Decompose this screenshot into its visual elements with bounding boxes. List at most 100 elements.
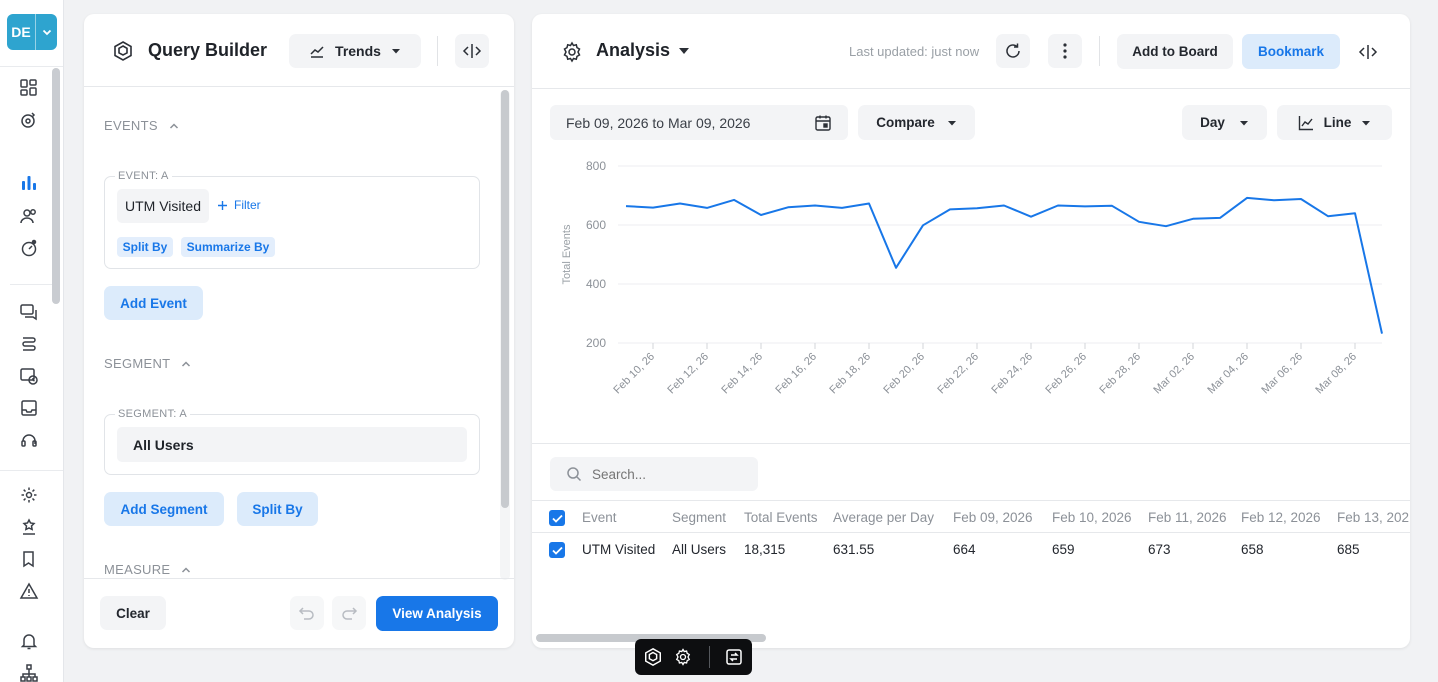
- segment-section-header[interactable]: SEGMENT: [104, 356, 192, 371]
- select-all-checkbox[interactable]: [549, 510, 565, 526]
- messages-icon[interactable]: [18, 301, 40, 323]
- x-tick-label: Feb 10, 26: [611, 351, 657, 397]
- data-point[interactable]: [705, 205, 710, 210]
- data-point[interactable]: [975, 206, 980, 211]
- data-point[interactable]: [1353, 211, 1358, 216]
- settings-gear-icon[interactable]: [18, 484, 40, 506]
- data-point[interactable]: [1218, 215, 1223, 220]
- data-point[interactable]: [786, 205, 791, 210]
- rail-scrollbar[interactable]: [52, 68, 60, 304]
- data-point[interactable]: [1380, 331, 1385, 336]
- analysis-mode-icon[interactable]: [673, 647, 693, 667]
- add-filter-link[interactable]: Filter: [217, 198, 261, 212]
- dashboard-icon[interactable]: [18, 77, 40, 99]
- debugger-icon[interactable]: [18, 516, 40, 538]
- column-header-average-per-day[interactable]: Average per Day: [833, 510, 934, 525]
- cell-date-value: 658: [1241, 542, 1264, 557]
- data-point[interactable]: [624, 204, 629, 209]
- view-analysis-button[interactable]: View Analysis: [376, 596, 498, 631]
- search-input[interactable]: [592, 466, 742, 482]
- query-builder-panel: Query Builder Trends EVENTS EVENT: A UTM…: [84, 14, 514, 648]
- data-point[interactable]: [1110, 203, 1115, 208]
- measure-section-title: MEASURE: [104, 562, 171, 577]
- column-header-event[interactable]: Event: [582, 510, 617, 525]
- users-icon[interactable]: [18, 205, 40, 227]
- more-vertical-icon: [1063, 43, 1067, 59]
- notifications-bell-icon[interactable]: [18, 630, 40, 652]
- insights-icon[interactable]: [18, 237, 40, 259]
- data-point[interactable]: [732, 197, 737, 202]
- undo-button[interactable]: [290, 596, 324, 630]
- data-point[interactable]: [1245, 195, 1250, 200]
- events-section-header[interactable]: EVENTS: [104, 118, 180, 133]
- data-point[interactable]: [948, 207, 953, 212]
- data-point[interactable]: [1002, 203, 1007, 208]
- caret-down-icon: [391, 46, 401, 56]
- data-point[interactable]: [1083, 204, 1088, 209]
- analytics-icon[interactable]: [18, 172, 40, 194]
- column-header-date[interactable]: Feb 10, 2026: [1052, 510, 1132, 525]
- data-point[interactable]: [1029, 214, 1034, 219]
- column-header-total-events[interactable]: Total Events: [744, 510, 818, 525]
- query-builder-scrollbar[interactable]: [501, 90, 509, 508]
- discover-icon[interactable]: [18, 109, 40, 131]
- bookmark-button[interactable]: Bookmark: [1242, 34, 1340, 69]
- data-point[interactable]: [651, 205, 656, 210]
- data-point[interactable]: [1137, 219, 1142, 224]
- data-point[interactable]: [894, 265, 899, 270]
- data-point[interactable]: [813, 203, 818, 208]
- org-hierarchy-icon[interactable]: [18, 662, 40, 682]
- event-name-selector[interactable]: UTM Visited: [117, 189, 209, 223]
- expand-panel-button[interactable]: [1350, 34, 1386, 69]
- column-header-date[interactable]: Feb 13, 202: [1337, 510, 1410, 525]
- table-top-border: [532, 500, 1410, 501]
- measure-section-header[interactable]: MEASURE: [104, 562, 192, 577]
- chart-type-dropdown[interactable]: Line: [1277, 105, 1392, 140]
- bookmarks-icon[interactable]: [18, 548, 40, 570]
- redo-button[interactable]: [332, 596, 366, 630]
- date-range-picker[interactable]: Feb 09, 2026 to Mar 09, 2026: [550, 105, 848, 140]
- data-point[interactable]: [840, 205, 845, 210]
- segment-selector[interactable]: All Users: [117, 427, 467, 462]
- column-header-date[interactable]: Feb 11, 2026: [1148, 510, 1227, 525]
- y-tick-label: 600: [586, 218, 606, 232]
- segment-split-by-button[interactable]: Split By: [237, 492, 318, 526]
- collapse-panel-button[interactable]: [455, 34, 489, 68]
- table-search[interactable]: [550, 457, 758, 491]
- row-checkbox[interactable]: [549, 542, 565, 558]
- support-icon[interactable]: [18, 429, 40, 451]
- data-point[interactable]: [1164, 224, 1169, 229]
- inbox-icon[interactable]: [18, 397, 40, 419]
- summarize-by-chip[interactable]: Summarize By: [181, 237, 275, 257]
- data-point[interactable]: [759, 212, 764, 217]
- alerts-warning-icon[interactable]: [18, 580, 40, 602]
- data-point[interactable]: [1299, 197, 1304, 202]
- data-point[interactable]: [1326, 214, 1331, 219]
- compare-dropdown[interactable]: Compare: [858, 105, 975, 140]
- split-by-chip[interactable]: Split By: [117, 237, 173, 257]
- interval-dropdown[interactable]: Day: [1182, 105, 1267, 140]
- trends-dropdown[interactable]: Trends: [289, 34, 421, 68]
- column-header-date[interactable]: Feb 12, 2026: [1241, 510, 1321, 525]
- column-header-segment[interactable]: Segment: [672, 510, 726, 525]
- data-point[interactable]: [921, 223, 926, 228]
- query-builder-mode-icon[interactable]: [643, 647, 663, 667]
- analysis-title-dropdown[interactable]: Analysis: [596, 40, 690, 61]
- campaigns-icon[interactable]: [18, 365, 40, 387]
- column-header-date[interactable]: Feb 09, 2026: [953, 510, 1033, 525]
- add-to-board-button[interactable]: Add to Board: [1117, 34, 1233, 69]
- data-point[interactable]: [867, 201, 872, 206]
- refresh-button[interactable]: [996, 34, 1030, 68]
- data-point[interactable]: [1056, 203, 1061, 208]
- more-options-button[interactable]: [1048, 34, 1082, 68]
- code-collapse-icon: [462, 43, 482, 59]
- workspace-switcher[interactable]: DE: [7, 14, 57, 50]
- swap-layout-icon[interactable]: [724, 647, 744, 667]
- data-point[interactable]: [1191, 216, 1196, 221]
- add-event-button[interactable]: Add Event: [104, 286, 203, 320]
- data-point[interactable]: [678, 201, 683, 206]
- add-segment-button[interactable]: Add Segment: [104, 492, 224, 526]
- clear-button[interactable]: Clear: [100, 596, 166, 630]
- journeys-icon[interactable]: [18, 333, 40, 355]
- data-point[interactable]: [1272, 198, 1277, 203]
